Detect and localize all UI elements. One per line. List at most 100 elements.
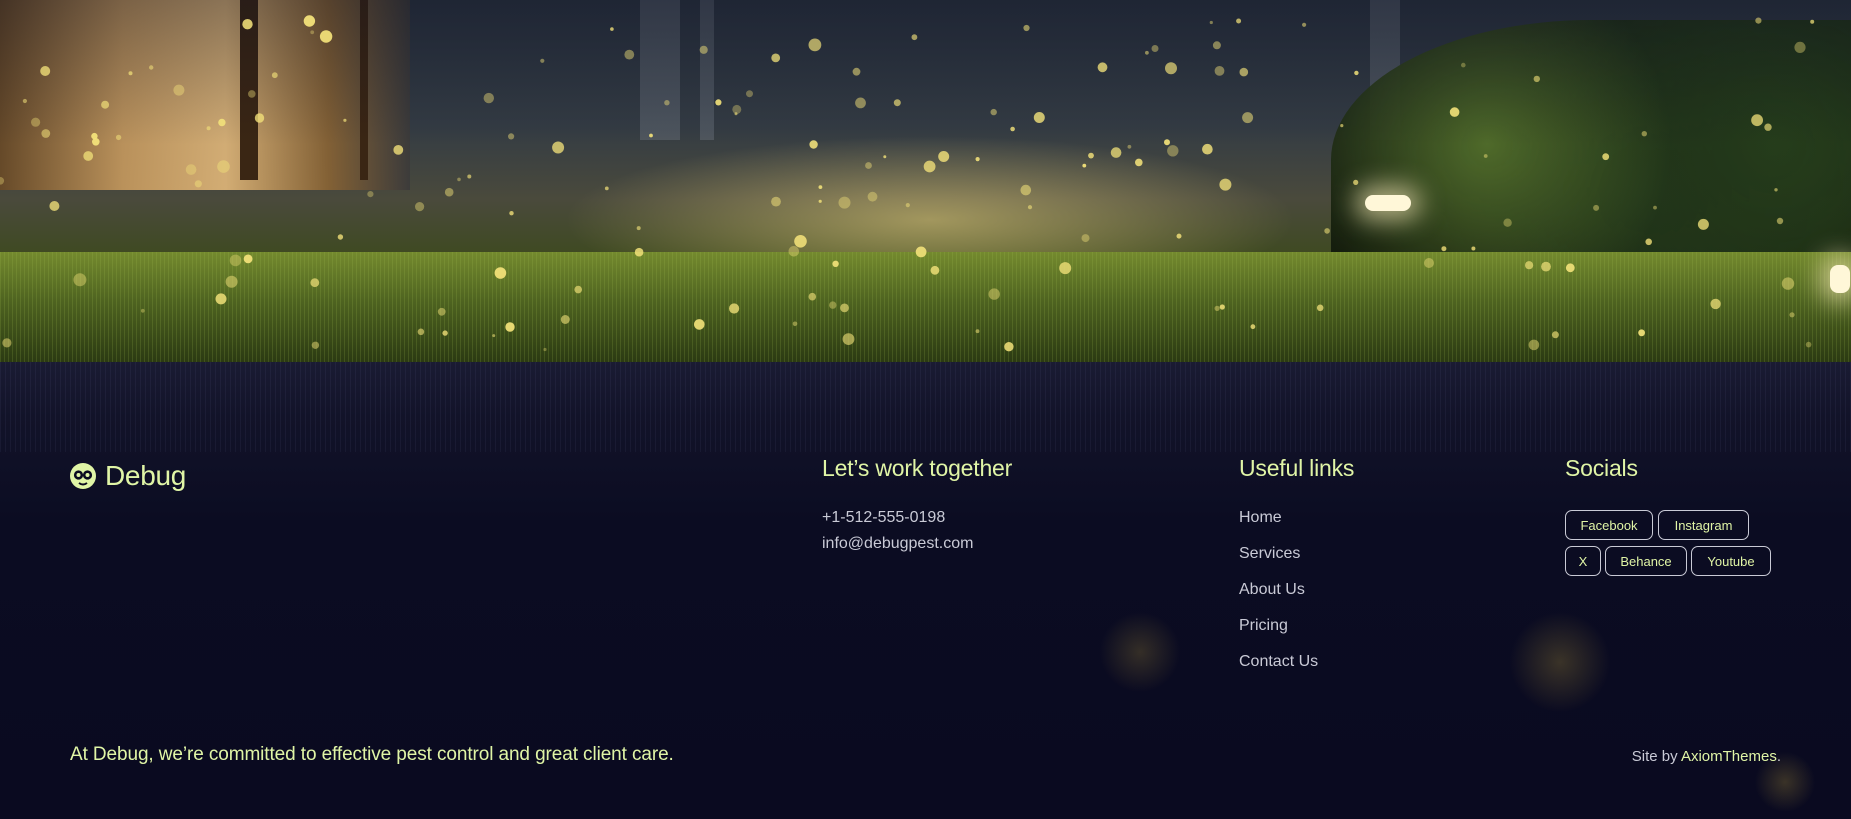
firefly-dot xyxy=(30,117,41,127)
firefly-dot xyxy=(842,333,855,345)
useful-links-title: Useful links xyxy=(1239,455,1355,481)
firefly-dot xyxy=(1316,304,1324,312)
firefly-dot xyxy=(808,38,822,52)
firefly-dot xyxy=(1781,277,1795,290)
firefly-dot xyxy=(1503,218,1512,227)
brand-logo[interactable]: Debug xyxy=(69,460,186,492)
firefly-dot xyxy=(1059,262,1072,275)
firefly-dot xyxy=(694,319,705,330)
firefly-dot xyxy=(729,303,740,314)
firefly-dot xyxy=(1219,304,1225,310)
firefly-dot xyxy=(1794,41,1806,54)
social-x-button[interactable]: X xyxy=(1565,546,1601,576)
firefly-dot xyxy=(1151,45,1159,52)
firefly-dot xyxy=(215,293,227,305)
social-facebook-button[interactable]: Facebook xyxy=(1565,510,1653,540)
firefly-dot xyxy=(1097,62,1108,73)
firefly-dot xyxy=(40,66,51,76)
firefly-dot xyxy=(664,100,670,106)
firefly-dot xyxy=(1525,261,1534,270)
firefly-dot xyxy=(540,58,545,63)
footer-link-services[interactable]: Services xyxy=(1239,545,1300,563)
firefly-dot xyxy=(310,30,315,35)
firefly-dot xyxy=(225,275,238,288)
firefly-dot xyxy=(930,265,940,275)
firefly-dot xyxy=(574,285,582,294)
firefly-dot xyxy=(1236,18,1242,24)
firefly-dot xyxy=(1027,205,1033,210)
footer-link-contact-us[interactable]: Contact Us xyxy=(1239,653,1318,671)
firefly-dot xyxy=(337,234,344,240)
firefly-dot xyxy=(128,71,133,76)
firefly-dot xyxy=(1483,154,1488,158)
firefly-dot xyxy=(1023,24,1030,32)
firefly-dot xyxy=(911,34,918,41)
hero-image xyxy=(0,0,1851,362)
firefly-dot xyxy=(865,162,872,169)
email-link[interactable]: info@debugpest.com xyxy=(822,535,973,553)
firefly-dot xyxy=(1805,341,1812,348)
social-instagram-button[interactable]: Instagram xyxy=(1658,510,1749,540)
firefly-dot xyxy=(634,247,644,257)
firefly-dot xyxy=(1602,153,1610,161)
firefly-dot xyxy=(792,321,798,327)
firefly-dot xyxy=(1710,298,1721,310)
firefly-dot xyxy=(1081,234,1090,243)
footer-link-home[interactable]: Home xyxy=(1239,509,1282,527)
firefly-dot xyxy=(1774,188,1778,192)
firefly-dot xyxy=(1528,339,1540,351)
credit-prefix: Site by xyxy=(1631,748,1681,765)
firefly-dot xyxy=(1764,123,1772,131)
firefly-dot xyxy=(808,292,817,301)
firefly-dot xyxy=(915,246,927,258)
bug-face-icon xyxy=(70,463,96,489)
firefly-dot xyxy=(319,30,333,43)
firefly-dot xyxy=(1641,131,1648,137)
firefly-dot xyxy=(1751,114,1763,127)
firefly-dot xyxy=(1004,342,1014,352)
firefly-dot xyxy=(1755,17,1762,24)
firefly-dot xyxy=(1020,184,1032,196)
firefly-dot xyxy=(194,180,202,188)
firefly-dot xyxy=(1340,124,1344,128)
firefly-dot xyxy=(610,27,614,31)
firefly-dot xyxy=(149,65,154,70)
firefly-dot xyxy=(1441,246,1447,252)
credit-link[interactable]: AxiomThemes xyxy=(1681,748,1777,765)
footer-link-about-us[interactable]: About Us xyxy=(1239,581,1305,599)
firefly-dot xyxy=(975,329,980,334)
firefly-dot xyxy=(243,254,253,264)
firefly-dot xyxy=(254,113,265,123)
firefly-dot xyxy=(818,199,822,203)
firefly-dot xyxy=(311,341,320,349)
social-youtube-button[interactable]: Youtube xyxy=(1691,546,1771,576)
firefly-dot xyxy=(818,185,823,190)
social-behance-button[interactable]: Behance xyxy=(1605,546,1687,576)
firefly-dot xyxy=(1653,205,1657,210)
firefly-dot xyxy=(1250,324,1256,330)
firefly-dot xyxy=(303,15,316,27)
footer-link-pricing[interactable]: Pricing xyxy=(1239,617,1288,635)
firefly-dot xyxy=(140,308,145,313)
firefly-dot xyxy=(840,303,849,313)
firefly-dot xyxy=(893,99,901,107)
firefly-dot xyxy=(206,126,211,131)
firefly-dot xyxy=(938,151,950,162)
firefly-dot xyxy=(1551,331,1559,339)
firefly-dot xyxy=(838,196,851,209)
firefly-dot xyxy=(41,129,51,138)
firefly-dot xyxy=(1202,143,1213,155)
firefly-dot xyxy=(217,160,230,173)
firefly-dot xyxy=(809,140,818,149)
firefly-dot xyxy=(715,99,722,106)
firefly-dot xyxy=(988,288,1000,300)
firefly-dot xyxy=(92,138,100,146)
firefly-dot xyxy=(271,72,278,79)
firefly-dot xyxy=(832,260,839,267)
firefly-dot xyxy=(508,133,515,140)
phone-link[interactable]: +1-512-555-0198 xyxy=(822,509,945,527)
firefly-dot xyxy=(1471,246,1476,251)
firefly-dot xyxy=(343,118,347,122)
firefly-dot xyxy=(1165,62,1177,75)
firefly-dot xyxy=(923,160,936,173)
